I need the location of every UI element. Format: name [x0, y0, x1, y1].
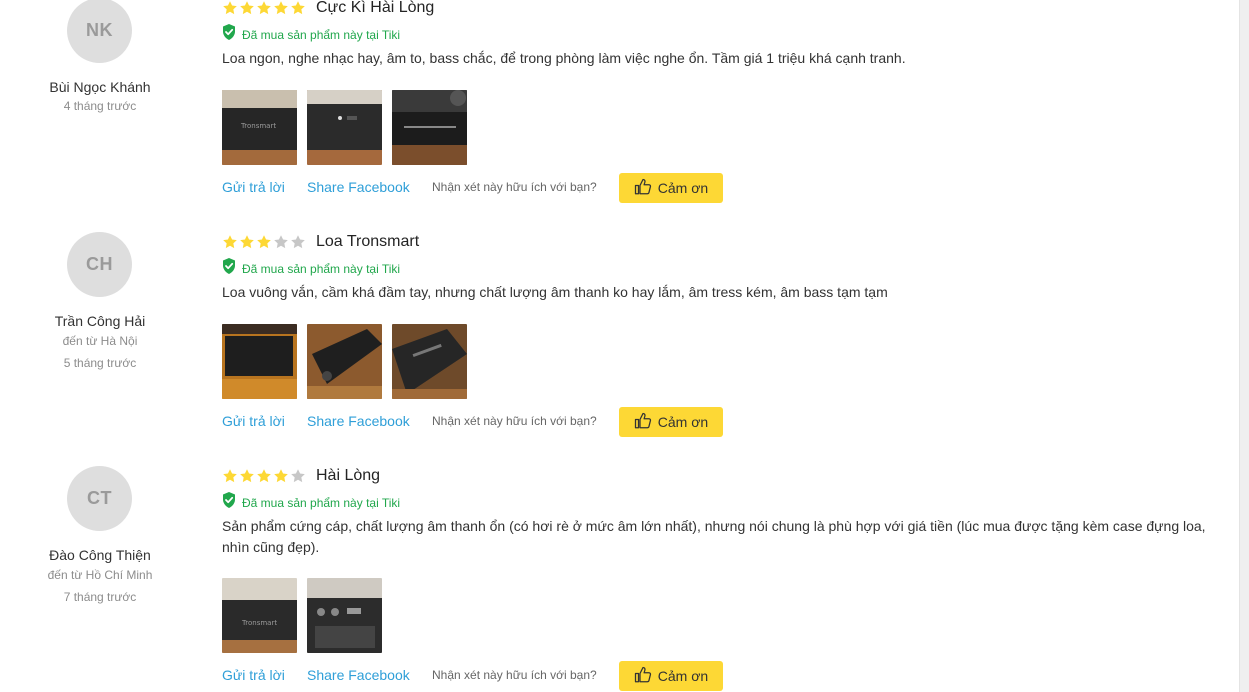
verified-purchase: Đã mua sản phẩm này tại Tiki — [222, 24, 400, 45]
helpful-question: Nhận xét này hữu ích với bạn? — [432, 180, 597, 194]
review-photo[interactable] — [392, 324, 467, 399]
scrollbar[interactable] — [1239, 0, 1249, 692]
review-photo[interactable] — [222, 324, 297, 399]
review-photo[interactable] — [392, 90, 467, 165]
shield-check-icon — [222, 24, 236, 45]
review-title: Hài Lòng — [316, 467, 381, 484]
star-icon — [256, 468, 272, 484]
reviewer-name: Trần Công Hải — [54, 313, 146, 329]
review-title: Cực Kì Hài Lòng — [316, 0, 435, 16]
star-icon — [222, 468, 238, 484]
helpful-question: Nhận xét này hữu ích với bạn? — [432, 414, 597, 428]
review-content: Sản phẩm cứng cáp, chất lượng âm thanh ổ… — [222, 518, 1206, 555]
star-icon — [256, 234, 272, 250]
thumbs-up-icon — [634, 178, 652, 199]
star-icon — [290, 234, 306, 250]
rating-stars — [222, 234, 306, 250]
verified-purchase: Đã mua sản phẩm này tại Tiki — [222, 492, 400, 513]
thanks-button[interactable]: Cảm ơn — [619, 407, 723, 437]
share-facebook-link[interactable]: Share Facebook — [307, 413, 410, 429]
review-content: Loa ngon, nghe nhạc hay, âm to, bass chắ… — [222, 50, 906, 66]
thumbs-up-icon — [634, 412, 652, 433]
star-icon — [273, 234, 289, 250]
star-icon — [222, 234, 238, 250]
star-icon — [239, 0, 255, 16]
share-facebook-link[interactable]: Share Facebook — [307, 667, 410, 683]
star-icon — [273, 0, 289, 16]
star-icon — [239, 468, 255, 484]
verified-text: Đã mua sản phẩm này tại Tiki — [242, 261, 401, 276]
avatar: CT — [67, 466, 132, 531]
review-time: 5 tháng trước — [63, 356, 137, 370]
avatar: NK — [67, 0, 132, 63]
star-icon — [239, 234, 255, 250]
shield-check-icon — [222, 258, 236, 279]
photo-brand-text: Tronsmart — [240, 122, 276, 130]
verified-text: Đã mua sản phẩm này tại Tiki — [242, 495, 401, 510]
thanks-label: Cảm ơn — [657, 180, 709, 196]
reply-button[interactable]: Gửi trả lời — [222, 179, 285, 195]
photo-brand-text: Tronsmart — [241, 619, 277, 627]
review-photo[interactable]: Tronsmart — [222, 578, 297, 653]
review-photo[interactable]: Tronsmart — [222, 90, 297, 165]
helpful-question: Nhận xét này hữu ích với bạn? — [432, 668, 597, 682]
rating-stars — [222, 468, 306, 484]
star-icon — [256, 0, 272, 16]
verified-purchase: Đã mua sản phẩm này tại Tiki — [222, 258, 400, 279]
avatar: CH — [67, 232, 132, 297]
reply-button[interactable]: Gửi trả lời — [222, 413, 285, 429]
star-icon — [290, 0, 306, 16]
verified-text: Đã mua sản phẩm này tại Tiki — [242, 27, 401, 42]
thanks-label: Cảm ơn — [657, 668, 709, 684]
rating-stars — [222, 0, 306, 16]
thumbs-up-icon — [634, 666, 652, 687]
thanks-button[interactable]: Cảm ơn — [619, 173, 723, 203]
review-photo[interactable] — [307, 90, 382, 165]
reply-button[interactable]: Gửi trả lời — [222, 667, 285, 683]
review-photo[interactable] — [307, 324, 382, 399]
thanks-button[interactable]: Cảm ơn — [619, 661, 723, 691]
reviewer-name: Bùi Ngọc Khánh — [49, 79, 151, 95]
review-time: 7 tháng trước — [63, 590, 137, 604]
reviewer-location: đến từ Hồ Chí Minh — [47, 568, 153, 582]
star-icon — [222, 0, 238, 16]
thanks-label: Cảm ơn — [657, 414, 709, 430]
share-facebook-link[interactable]: Share Facebook — [307, 179, 410, 195]
star-icon — [290, 468, 306, 484]
star-icon — [273, 468, 289, 484]
review-time: 4 tháng trước — [63, 99, 137, 113]
reviewer-location: đến từ Hà Nội — [62, 334, 138, 348]
review-content: Loa vuông vắn, cầm khá đầm tay, nhưng ch… — [222, 284, 888, 300]
review-title: Loa Tronsmart — [316, 233, 420, 250]
reviewer-name: Đào Công Thiện — [49, 547, 151, 563]
review-photo[interactable] — [307, 578, 382, 653]
shield-check-icon — [222, 492, 236, 513]
